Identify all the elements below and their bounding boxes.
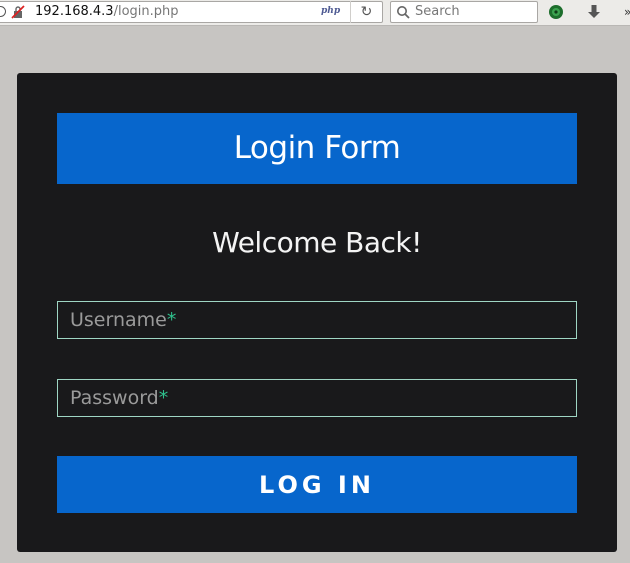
login-button[interactable]: LOG IN bbox=[57, 456, 577, 513]
info-icon[interactable] bbox=[0, 6, 6, 17]
reload-icon: ↻ bbox=[360, 4, 373, 20]
url-path: /login.php bbox=[113, 4, 179, 19]
search-placeholder: Search bbox=[415, 4, 460, 19]
welcome-heading: Welcome Back! bbox=[212, 226, 422, 259]
overflow-icon[interactable]: » bbox=[624, 5, 630, 19]
password-field[interactable]: Password* bbox=[57, 379, 577, 417]
reload-button[interactable]: ↻ bbox=[350, 1, 382, 23]
search-icon bbox=[397, 6, 410, 19]
download-icon[interactable] bbox=[586, 4, 602, 20]
username-field[interactable]: Username* bbox=[57, 301, 577, 339]
password-input[interactable] bbox=[58, 380, 576, 416]
login-panel: Login Form Welcome Back! Username* Passw… bbox=[17, 73, 617, 552]
search-box[interactable]: Search bbox=[390, 1, 538, 23]
username-input[interactable] bbox=[58, 302, 576, 338]
addon-icon[interactable] bbox=[548, 4, 564, 20]
url-text[interactable]: 192.168.4.3/login.php bbox=[35, 4, 179, 20]
browser-toolbar: 192.168.4.3/login.php php ↻ Search » bbox=[0, 0, 630, 26]
insecure-connection-icon[interactable] bbox=[11, 5, 25, 19]
php-icon: php bbox=[321, 6, 341, 16]
url-host: 192.168.4.3 bbox=[35, 4, 114, 19]
address-bar[interactable]: 192.168.4.3/login.php php ↻ bbox=[0, 1, 383, 23]
form-title: Login Form bbox=[57, 113, 577, 184]
